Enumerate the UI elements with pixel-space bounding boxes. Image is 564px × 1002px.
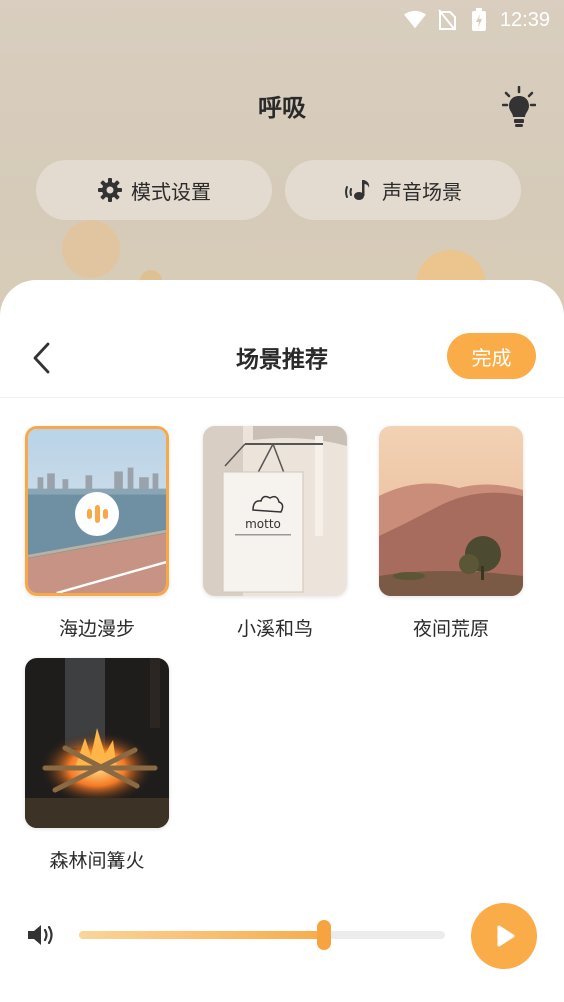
scene-card-seaside[interactable]: 海边漫步: [25, 426, 169, 641]
volume-slider-fill: [79, 931, 325, 939]
status-bar: 12:39: [0, 0, 564, 40]
scene-card-forest-campfire[interactable]: 森林间篝火: [25, 658, 169, 873]
scene-label: 森林间篝火: [49, 850, 145, 872]
lightbulb-icon[interactable]: [501, 85, 537, 128]
scene-thumbnail: [25, 426, 169, 596]
player-bar: [0, 900, 564, 970]
scene-label: 海边漫步: [58, 618, 135, 640]
scene-thumbnail: motto: [203, 426, 347, 596]
svg-text:motto: motto: [245, 517, 281, 531]
page-title: 呼吸: [258, 94, 306, 122]
tab-label: 模式设置: [131, 179, 211, 204]
sheet-header: 场景推荐 完成: [0, 280, 564, 398]
clock: 12:39: [499, 8, 550, 31]
playing-indicator-icon: [75, 492, 119, 536]
play-button[interactable]: [471, 903, 537, 969]
tab-mode-settings[interactable]: 模式设置: [36, 160, 272, 220]
scene-card-night-wilderness[interactable]: 夜间荒原: [379, 426, 523, 641]
battery-charging-icon: [468, 8, 490, 31]
speaker-icon[interactable]: [26, 921, 56, 949]
decor-blob: [62, 220, 120, 278]
wifi-icon: [403, 9, 426, 31]
scene-thumbnail: [25, 658, 169, 828]
scene-sheet: 场景推荐 完成: [0, 280, 564, 1002]
volume-slider[interactable]: [79, 931, 445, 939]
tab-label: 声音场景: [382, 179, 462, 204]
no-sim-icon: [436, 9, 458, 31]
scene-thumbnail: [379, 426, 523, 596]
scene-card-stream-birds[interactable]: motto 小溪和鸟: [203, 426, 347, 641]
volume-slider-thumb[interactable]: [317, 920, 332, 950]
tab-sound-scene[interactable]: 声音场景: [285, 160, 521, 220]
scene-label: 小溪和鸟: [236, 618, 313, 640]
done-button[interactable]: 完成: [447, 333, 536, 379]
play-icon: [497, 925, 515, 947]
music-note-icon: [344, 177, 374, 203]
gear-icon: [97, 177, 123, 203]
scene-label: 夜间荒原: [412, 618, 489, 640]
